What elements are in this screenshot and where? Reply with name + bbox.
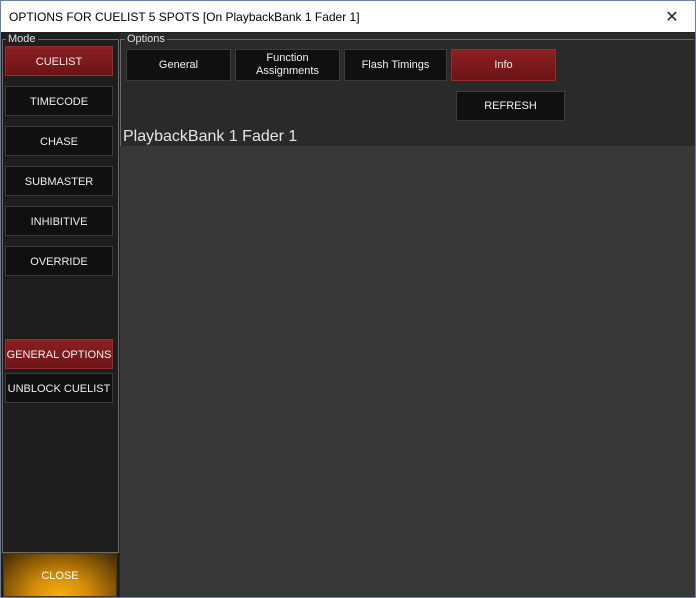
mode-button-cuelist[interactable]: CUELIST [5, 46, 113, 76]
mode-button-timecode[interactable]: TIMECODE [5, 86, 113, 116]
mode-group-label: Mode [6, 33, 38, 45]
general-options-button[interactable]: GENERAL OPTIONS [5, 339, 113, 369]
fader-title: PlaybackBank 1 Fader 1 [123, 128, 298, 145]
title-bar: OPTIONS FOR CUELIST 5 SPOTS [On Playback… [1, 1, 695, 32]
mode-button-submaster[interactable]: SUBMASTER [5, 166, 113, 196]
options-area: Options General Function Assignments Fla… [120, 33, 695, 597]
tab-general[interactable]: General [126, 49, 231, 81]
info-content-panel [120, 146, 695, 597]
mode-panel: Mode CUELIST TIMECODE CHASE SUBMASTER IN… [1, 33, 119, 597]
options-window: OPTIONS FOR CUELIST 5 SPOTS [On Playback… [0, 0, 696, 598]
options-group-label: Options [125, 33, 167, 45]
unblock-cuelist-button[interactable]: UNBLOCK CUELIST [5, 373, 113, 403]
window-close-icon[interactable]: ✕ [649, 1, 695, 32]
tab-flash-timings[interactable]: Flash Timings [344, 49, 447, 81]
mode-button-inhibitive[interactable]: INHIBITIVE [5, 206, 113, 236]
refresh-button[interactable]: REFRESH [456, 91, 565, 121]
mode-button-override[interactable]: OVERRIDE [5, 246, 113, 276]
close-button[interactable]: CLOSE [3, 553, 117, 597]
tab-function-assignments[interactable]: Function Assignments [235, 49, 340, 81]
mode-button-chase[interactable]: CHASE [5, 126, 113, 156]
tab-info[interactable]: Info [451, 49, 556, 81]
window-title: OPTIONS FOR CUELIST 5 SPOTS [On Playback… [9, 10, 360, 24]
